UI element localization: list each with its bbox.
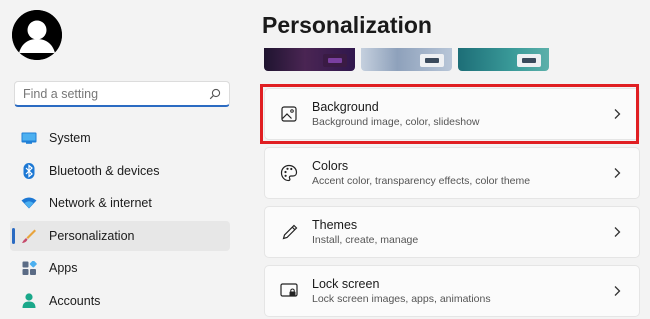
sidebar-item-label: Network & internet — [49, 196, 152, 210]
sidebar-item-personalization[interactable]: Personalization — [10, 220, 230, 251]
chevron-right-icon — [613, 226, 623, 238]
user-avatar-icon — [12, 10, 62, 60]
highlight-box — [260, 84, 639, 144]
search-icon[interactable] — [209, 88, 221, 100]
theme-thumbnail[interactable] — [458, 48, 549, 71]
theme-thumbnail[interactable] — [264, 48, 355, 71]
search-box[interactable] — [14, 81, 230, 107]
person-icon — [20, 292, 38, 310]
sidebar-item-label: Personalization — [49, 228, 135, 243]
window-preview-icon — [517, 54, 541, 67]
card-subtitle: Install, create, manage — [312, 234, 419, 246]
themes-card[interactable]: Themes Install, create, manage — [264, 206, 640, 258]
theme-thumbnail[interactable] — [361, 48, 452, 71]
sidebar-item-accounts[interactable]: Accounts — [10, 286, 230, 316]
card-title: Lock screen — [312, 277, 380, 291]
sidebar-item-system[interactable]: System — [10, 123, 230, 153]
brush-icon — [20, 227, 38, 245]
card-title: Themes — [312, 218, 358, 232]
bluetooth-icon — [20, 162, 38, 180]
card-subtitle: Accent color, transparency effects, colo… — [312, 175, 531, 187]
sidebar-item-label: Accounts — [49, 293, 101, 308]
wifi-icon — [20, 194, 38, 212]
sidebar-item-label: Apps — [49, 261, 78, 275]
window-preview-icon — [420, 54, 444, 67]
card-title: Colors — [312, 159, 349, 173]
page-title: Personalization — [262, 12, 432, 38]
sidebar-nav: System Bluetooth & devices Network & int… — [10, 123, 230, 318]
card-subtitle: Lock screen images, apps, animations — [312, 293, 491, 305]
chevron-right-icon — [613, 167, 623, 179]
sidebar-item-label: System — [49, 131, 91, 145]
lock-screen-icon — [279, 281, 299, 301]
apps-icon — [20, 259, 38, 277]
chevron-right-icon — [613, 285, 623, 297]
sidebar-item-label: Bluetooth & devices — [49, 163, 160, 178]
lock-screen-card[interactable]: Lock screen Lock screen images, apps, an… — [264, 265, 640, 317]
sidebar-item-network-internet[interactable]: Network & internet — [10, 188, 230, 218]
search-input[interactable] — [23, 86, 209, 101]
pen-icon — [279, 222, 299, 242]
colors-card[interactable]: Colors Accent color, transparency effect… — [264, 147, 640, 199]
sidebar-item-bluetooth-devices[interactable]: Bluetooth & devices — [10, 156, 230, 186]
theme-thumbnails — [264, 48, 564, 71]
palette-icon — [279, 163, 299, 183]
window-preview-icon — [323, 54, 347, 67]
sidebar-item-apps[interactable]: Apps — [10, 253, 230, 283]
monitor-icon — [20, 129, 38, 147]
avatar[interactable] — [12, 10, 62, 60]
